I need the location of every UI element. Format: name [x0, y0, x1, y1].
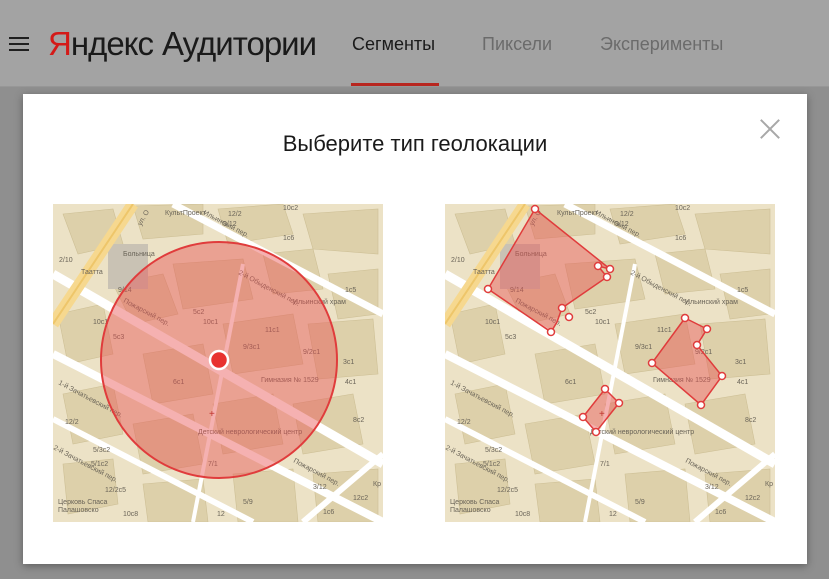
map-label: 2/10	[451, 257, 465, 264]
map-label: 1с6	[283, 235, 294, 242]
map-label: Таатта	[473, 269, 495, 276]
map-label: Детский неврологический центр	[590, 428, 694, 436]
logo-product: Аудитории	[161, 25, 317, 62]
map-label: 10с2	[283, 205, 298, 212]
geolocation-type-dialog: Выберите тип геолокации 1-й Зачатьевский…	[23, 94, 807, 564]
vertex-handle[interactable]	[614, 398, 624, 408]
map-label: Таатта	[81, 269, 103, 276]
map-label: Ильинский храм	[685, 298, 738, 306]
map-label: 10с1	[485, 319, 500, 326]
map-label: 11с1	[657, 327, 672, 334]
map-label: 3с1	[343, 359, 354, 366]
tab-segments[interactable]: Сегменты	[352, 34, 435, 55]
vertex-handle[interactable]	[602, 272, 612, 282]
map-label: 5/3с2	[485, 447, 502, 454]
map-label: Кр	[373, 481, 381, 488]
map-label: 1с6	[675, 235, 686, 242]
map-label: КультПроект	[557, 210, 599, 217]
map-label: Палашовско	[58, 507, 99, 514]
map-label: 5/1с2	[91, 461, 108, 468]
map-label: 1с5	[345, 287, 356, 294]
dialog-title: Выберите тип геолокации	[282, 131, 548, 156]
map-label: 3/12	[705, 484, 719, 491]
vertex-handle[interactable]	[692, 340, 702, 350]
map-label: 2/10	[59, 257, 73, 264]
vertex-handle[interactable]	[530, 204, 540, 214]
vertex-handle[interactable]	[578, 412, 588, 422]
map-label: 4с1	[737, 379, 748, 386]
map-label: 8с2	[745, 417, 756, 424]
map-label: 12с2	[353, 495, 368, 502]
map-label: 12/2с5	[105, 487, 126, 494]
menu-icon[interactable]	[9, 36, 29, 52]
center-point-icon	[208, 349, 230, 371]
map-label: 9/12	[223, 221, 237, 228]
map-label: 10с1	[595, 319, 610, 326]
map-label: 12с2	[745, 495, 760, 502]
map-label: 12/2	[228, 211, 242, 218]
map-label: 1с5	[737, 287, 748, 294]
vertex-handle[interactable]	[557, 303, 567, 313]
medical-cross-icon: +	[599, 409, 605, 420]
app-header: Яндекс Аудитории Сегменты Пиксели Экспери…	[0, 0, 829, 87]
map-label: Церковь Спаса	[58, 499, 108, 506]
map-label: 4с1	[345, 379, 356, 386]
vertex-handle[interactable]	[647, 358, 657, 368]
map-label: 8с2	[353, 417, 364, 424]
map-label: 12/2	[65, 419, 79, 426]
vertex-handle[interactable]	[717, 371, 727, 381]
map-label: 5/1с2	[483, 461, 500, 468]
tab-pixels[interactable]: Пиксели	[482, 34, 552, 55]
map-label: 5/9	[635, 499, 645, 506]
map-label: 12/2	[620, 211, 634, 218]
vertex-handle[interactable]	[593, 261, 603, 271]
map-label: 5/3с2	[93, 447, 110, 454]
map-label: 12/2с5	[497, 487, 518, 494]
map-label: 5с3	[505, 334, 516, 341]
map-label: 5/9	[243, 499, 253, 506]
active-tab-indicator	[351, 83, 439, 86]
map-label: 9/3с1	[635, 344, 652, 351]
map-label: 12	[609, 511, 617, 518]
map-label: 12	[217, 511, 225, 518]
vertex-handle[interactable]	[591, 427, 601, 437]
map-label: 3/12	[313, 484, 327, 491]
map-label: 10с2	[675, 205, 690, 212]
map-label: 9/12	[615, 221, 629, 228]
vertex-handle[interactable]	[483, 284, 493, 294]
vertex-handle[interactable]	[605, 264, 615, 274]
map-label: 3с1	[735, 359, 746, 366]
logo[interactable]: Яндекс Аудитории	[48, 24, 317, 64]
vertex-handle[interactable]	[546, 327, 556, 337]
map-label: Больница	[123, 251, 155, 258]
map-label: 5с2	[585, 309, 596, 316]
vertex-handle[interactable]	[600, 384, 610, 394]
map-label: 10с8	[515, 511, 530, 518]
map-label: 6с1	[565, 379, 576, 386]
polygon-option-map[interactable]: Пожарский пер. 2-й Обыденский пер. 1-й З…	[445, 204, 775, 522]
logo-brand-first: Я	[48, 25, 72, 62]
radius-option-map[interactable]: Пожарский пер. 2-й Обыденский пер. 1-й З…	[53, 204, 383, 522]
vertex-handle[interactable]	[564, 312, 574, 322]
medical-cross-icon: +	[209, 409, 215, 420]
map-label: 7/1	[600, 461, 610, 468]
map-label: 1с6	[323, 509, 334, 516]
map-label: Церковь Спаса	[450, 499, 500, 506]
map-label: КультПроект	[165, 210, 207, 217]
map-label: 1с6	[715, 509, 726, 516]
map-label: 12/2	[457, 419, 471, 426]
vertex-handle[interactable]	[702, 324, 712, 334]
map-label: Кр	[765, 481, 773, 488]
logo-brand-rest: ндекс	[70, 25, 154, 62]
vertex-handle[interactable]	[680, 313, 690, 323]
vertex-handle[interactable]	[696, 400, 706, 410]
map-label: 10с8	[123, 511, 138, 518]
tab-experiments[interactable]: Эксперименты	[600, 34, 723, 55]
map-label: Палашовско	[450, 507, 491, 514]
